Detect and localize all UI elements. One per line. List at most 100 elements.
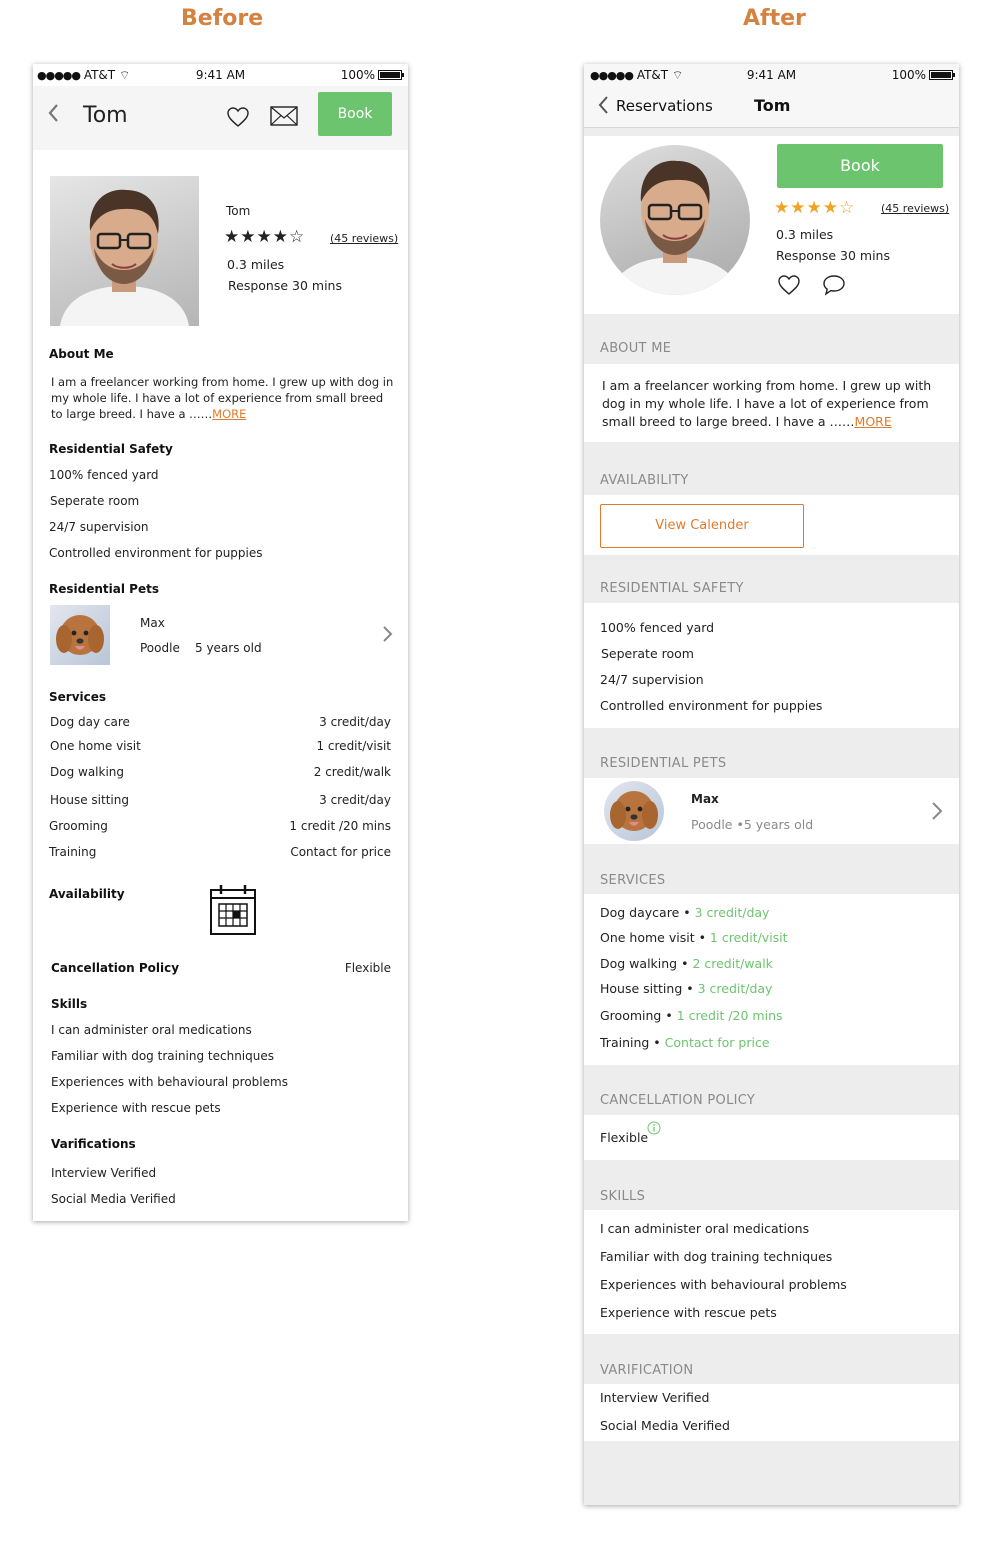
availability-title: AVAILABILITY [600, 473, 689, 488]
service-price: Contact for price [664, 1035, 770, 1050]
distance: 0.3 miles [776, 227, 834, 242]
service-name: Grooming [49, 819, 108, 833]
nav-bar: Tom Book [33, 86, 408, 150]
star-filled-icon: ★ [224, 227, 241, 247]
distance: 0.3 miles [227, 257, 285, 272]
service-name: Dog walking [50, 765, 125, 779]
safety-title: RESIDENTIAL SAFETY [600, 581, 744, 596]
pets-title: Residential Pets [49, 582, 159, 596]
calendar-icon[interactable] [209, 884, 257, 940]
service-name: House sitting [600, 981, 683, 996]
cancellation-title: Cancellation Policy [51, 961, 180, 975]
before-heading: Before [181, 6, 264, 31]
service-price: 3 credit/day [697, 981, 773, 996]
service-price: 3 credit/day [694, 905, 770, 920]
list-item: 100% fenced yard [600, 620, 715, 635]
verifications-title: Varifications [51, 1137, 136, 1151]
skills-title: SKILLS [600, 1189, 646, 1204]
safety-title: Residential Safety [49, 442, 173, 456]
more-link[interactable]: MORE [855, 414, 892, 429]
heart-icon[interactable] [226, 106, 250, 132]
pet-name: Max [140, 616, 165, 630]
availability-section: View Calender [584, 495, 959, 555]
list-item: Experiences with behavioural problems [51, 1075, 288, 1089]
nav-bar: Reservations Tom [584, 86, 959, 128]
list-item: 24/7 supervision [600, 672, 704, 687]
before-phone-screen: ●●●●● AT&T ⌔ 9:41 AM 100% Tom Book Tom ★… [33, 64, 408, 1221]
chevron-right-icon[interactable] [931, 800, 943, 826]
service-price: 1 credit /20 mins [676, 1008, 783, 1023]
service-row: Dog daycare • 3 credit/day [600, 905, 770, 920]
pet-breed: Poodle [140, 641, 180, 655]
chat-bubble-icon[interactable] [822, 274, 846, 300]
service-name: Dog daycare [600, 905, 680, 920]
list-item: Experiences with behavioural problems [600, 1277, 847, 1292]
mail-icon[interactable] [270, 106, 298, 130]
service-price: Contact for price [290, 845, 391, 859]
availability-title: Availability [49, 887, 125, 901]
back-chevron-icon[interactable] [47, 102, 59, 128]
info-icon[interactable] [647, 1120, 661, 1139]
back-chevron-icon[interactable] [598, 95, 610, 119]
services-title: SERVICES [600, 873, 666, 888]
back-button[interactable]: Reservations [616, 97, 713, 115]
star-filled-icon: ★ [272, 227, 289, 247]
service-name: House sitting [50, 793, 129, 807]
service-price: 1 credit/visit [709, 930, 788, 945]
list-item: Interview Verified [51, 1166, 157, 1180]
page-title: Tom [83, 103, 128, 128]
verification-section: Interview Verified Social Media Verified [584, 1384, 959, 1441]
pet-age: 5 years old [195, 641, 262, 655]
status-bar: ●●●●● AT&T ⌔ 9:41 AM 100% [584, 64, 959, 86]
star-filled-icon: ★ [256, 227, 273, 247]
list-item: Controlled environment for puppies [600, 698, 823, 713]
chevron-right-icon[interactable] [382, 624, 394, 648]
service-row: Grooming • 1 credit /20 mins [600, 1008, 783, 1023]
rating-stars: ★★★★☆ [774, 198, 855, 218]
star-empty-icon: ☆ [839, 198, 856, 218]
list-item: Seperate room [601, 646, 694, 661]
page-title: Tom [754, 96, 791, 115]
service-name: One home visit [600, 930, 695, 945]
book-button[interactable]: Book [777, 144, 943, 188]
service-price: 1 credit/visit [316, 739, 391, 753]
reviews-link[interactable]: (45 reviews) [330, 232, 398, 245]
heart-icon[interactable] [777, 274, 801, 300]
about-section: I am a freelancer working from home. I g… [584, 364, 959, 442]
list-item: Experience with rescue pets [51, 1101, 221, 1115]
book-button[interactable]: Book [318, 92, 392, 136]
list-item: Social Media Verified [51, 1192, 176, 1206]
view-calendar-button[interactable]: View Calender [600, 504, 804, 548]
service-name: Training [49, 845, 97, 859]
star-empty-icon: ☆ [289, 227, 306, 247]
cancellation-title: CANCELLATION POLICY [600, 1093, 756, 1108]
list-item: 100% fenced yard [49, 468, 159, 482]
about-text: I am a freelancer working from home. I g… [51, 374, 396, 422]
list-item: Controlled environment for puppies [49, 546, 263, 560]
service-name: Dog day care [50, 715, 130, 729]
verifications-title: VARIFICATION [600, 1363, 694, 1378]
after-phone-screen: ●●●●● AT&T ⌔ 9:41 AM 100% Reservations T… [584, 64, 959, 1505]
battery-icon [929, 70, 955, 80]
cancellation-value: Flexible [600, 1130, 649, 1145]
profile-card: Book ★★★★☆ (45 reviews) 0.3 miles Respon… [584, 136, 959, 314]
reviews-link[interactable]: (45 reviews) [881, 202, 949, 215]
service-row: One home visit • 1 credit/visit [600, 930, 788, 945]
safety-section: 100% fenced yard Seperate room 24/7 supe… [584, 603, 959, 728]
more-link[interactable]: MORE [212, 407, 246, 421]
star-filled-icon: ★ [806, 198, 823, 218]
pet-name: Max [691, 792, 719, 806]
star-filled-icon: ★ [774, 198, 791, 218]
service-row: Dog walking • 2 credit/walk [600, 956, 773, 971]
pet-row[interactable]: Max Poodle •5 years old [584, 778, 959, 844]
battery-label: 100% [340, 68, 375, 82]
list-item: I can administer oral medications [51, 1023, 252, 1037]
profile-photo [50, 176, 199, 326]
battery-icon [378, 70, 404, 80]
profile-photo [600, 145, 750, 295]
service-price: 3 credit/day [319, 715, 391, 729]
pet-breed-age: Poodle •5 years old [691, 817, 814, 832]
service-row: Training • Contact for price [600, 1035, 770, 1050]
about-text: I am a freelancer working from home. I g… [602, 377, 947, 431]
list-item: Familiar with dog training techniques [51, 1049, 275, 1063]
